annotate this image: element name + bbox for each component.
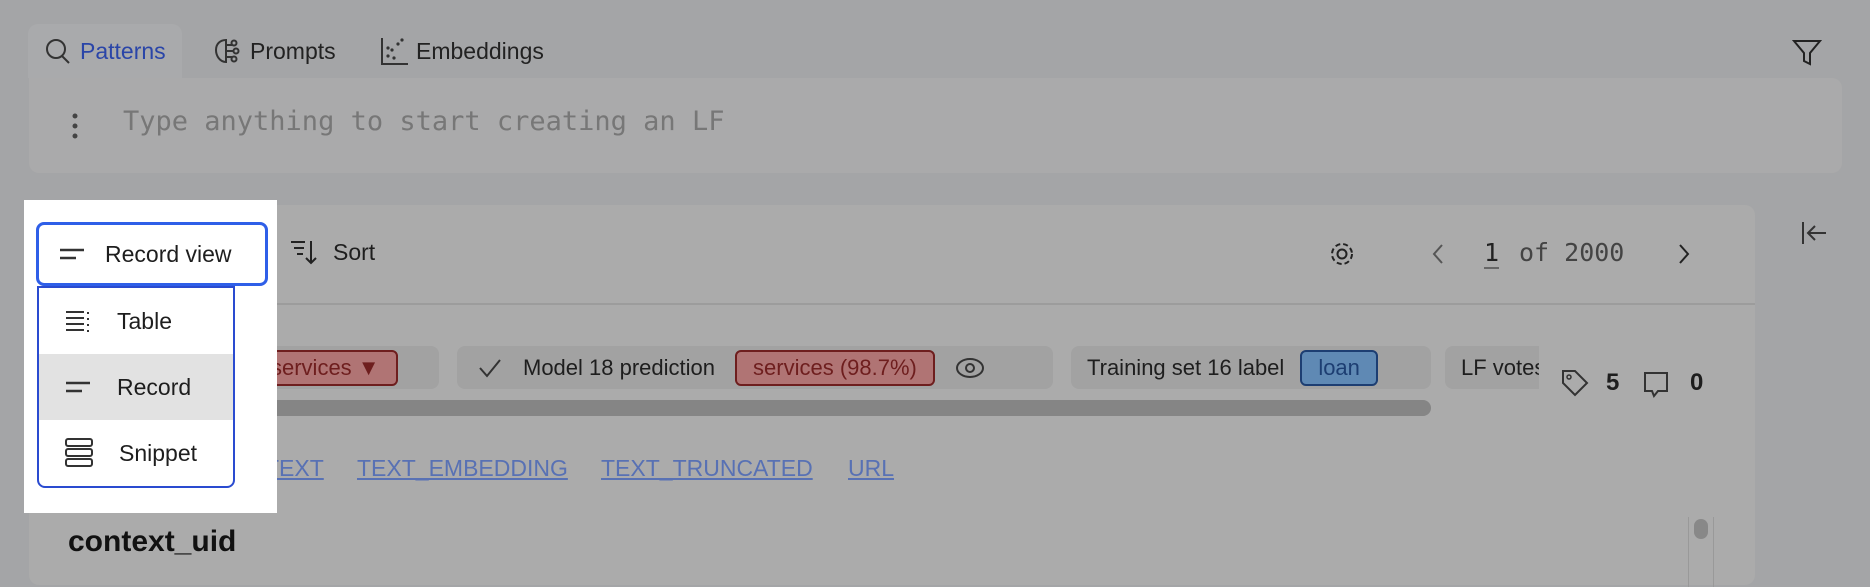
comment-icon — [1643, 371, 1669, 399]
filter-icon[interactable] — [1792, 38, 1822, 68]
table-icon — [65, 309, 91, 333]
comment-count: 0 — [1690, 369, 1704, 396]
menu-item-record[interactable]: Record — [39, 354, 233, 420]
menu-item-snippet[interactable]: Snippet — [39, 420, 233, 486]
gear-icon[interactable] — [1328, 240, 1356, 268]
menu-item-label: Snippet — [119, 439, 198, 466]
field-link-url[interactable]: URL — [848, 455, 894, 482]
tab-label: Patterns — [80, 37, 166, 64]
tab-patterns[interactable]: Patterns — [28, 24, 182, 78]
chip-label: Model 18 prediction — [523, 354, 716, 380]
field-title: context_uid — [68, 525, 237, 558]
view-mode-menu: Table Record Snippet — [37, 286, 235, 488]
sort-button[interactable]: Sort — [289, 238, 375, 266]
brain-icon — [212, 36, 242, 66]
snippet-icon — [65, 438, 93, 468]
tag-count: 5 — [1606, 369, 1620, 396]
sort-icon — [289, 238, 319, 266]
page-total: of 2000 — [1519, 238, 1625, 267]
prediction-badge: services (98.7%) — [735, 349, 935, 386]
check-icon — [477, 357, 503, 379]
chip-label: LF votes — [1461, 354, 1539, 380]
eye-icon[interactable] — [955, 357, 985, 379]
view-mode-label: Record view — [105, 240, 232, 267]
page-input[interactable]: 1 — [1484, 238, 1500, 269]
tab-label: Prompts — [250, 37, 336, 64]
record-icon — [59, 246, 85, 262]
menu-item-table[interactable]: Table — [39, 288, 233, 354]
lf-input[interactable]: Type anything to start creating an LF — [123, 106, 724, 137]
chip-label: Training set 16 label — [1087, 354, 1285, 380]
tag-icon — [1560, 368, 1590, 398]
more-options-icon[interactable] — [70, 112, 80, 140]
field-link-text-embedding[interactable]: TEXT_EMBEDDING — [357, 455, 568, 482]
prev-page-icon[interactable] — [1430, 242, 1446, 266]
scatter-icon — [380, 36, 408, 66]
view-mode-button[interactable]: Record view — [36, 222, 268, 286]
training-label-badge: loan — [1300, 349, 1378, 386]
collapse-panel-icon[interactable] — [1800, 220, 1828, 246]
prediction-chip: Model 18 prediction services (98.7%) — [457, 346, 1053, 389]
field-link-text-truncated[interactable]: TEXT_TRUNCATED — [601, 455, 813, 482]
tab-label: Embeddings — [416, 37, 544, 64]
sort-label: Sort — [333, 238, 376, 265]
record-icon — [65, 379, 91, 395]
tab-prompts[interactable]: Prompts — [212, 24, 336, 78]
training-label-chip: Training set 16 label loan — [1071, 346, 1431, 389]
divider — [29, 303, 1755, 305]
menu-item-label: Record — [117, 373, 192, 400]
lf-votes-chip[interactable]: LF votes — [1445, 346, 1539, 389]
next-page-icon[interactable] — [1676, 242, 1692, 266]
search-icon — [44, 37, 72, 65]
tab-embeddings[interactable]: Embeddings — [380, 24, 544, 78]
vertical-scrollbar[interactable] — [1688, 517, 1714, 587]
menu-item-label: Table — [117, 307, 172, 334]
